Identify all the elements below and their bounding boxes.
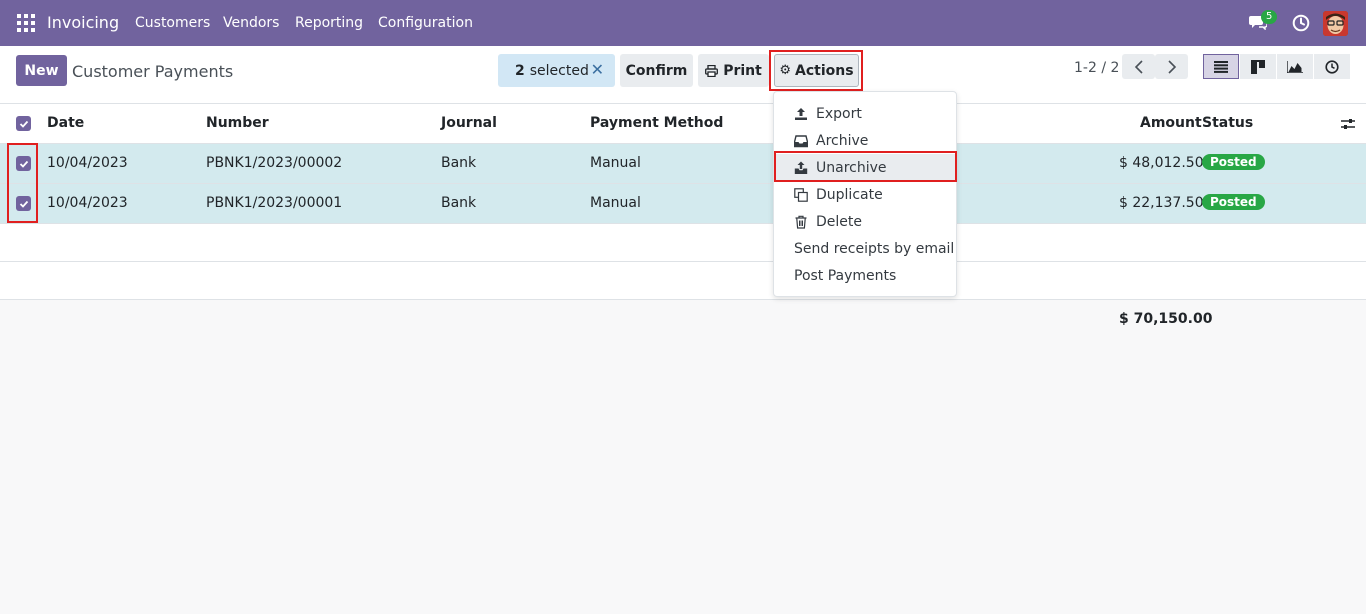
actions-label: Actions xyxy=(795,62,854,79)
pager-previous-button[interactable] xyxy=(1122,54,1155,79)
optional-columns-icon[interactable] xyxy=(1340,116,1356,132)
row-journal: Bank xyxy=(441,195,477,211)
row-number: PBNK1/2023/00001 xyxy=(206,195,343,211)
pager-value[interactable]: 1-2 / 2 xyxy=(1074,60,1119,76)
menu-item-label: Delete xyxy=(816,213,862,230)
table-row[interactable]: 10/04/2023 PBNK1/2023/00001 Bank Manual … xyxy=(0,184,1366,224)
menu-item-label: Export xyxy=(816,105,862,122)
header-date[interactable]: Date xyxy=(47,115,84,131)
row-amount: $ 22,137.50 xyxy=(1119,195,1204,211)
clear-selection-icon[interactable]: ✕ xyxy=(591,60,604,79)
nav-configuration[interactable]: Configuration xyxy=(378,15,473,31)
printer-icon xyxy=(705,64,719,77)
page-title: Customer Payments xyxy=(72,62,234,81)
nav-customers[interactable]: Customers xyxy=(135,15,210,31)
area-chart-icon xyxy=(1287,60,1303,73)
menu-item-duplicate[interactable]: Duplicate xyxy=(774,181,956,208)
header-number[interactable]: Number xyxy=(206,115,269,131)
row-checkbox[interactable] xyxy=(16,156,31,171)
selection-counter: 2 selected ✕ xyxy=(498,54,615,87)
table-header: Date Number Journal Payment Method Amoun… xyxy=(0,104,1366,144)
row-payment-method: Manual xyxy=(590,155,641,171)
header-status[interactable]: Status xyxy=(1202,115,1253,131)
kanban-view-button[interactable] xyxy=(1240,54,1276,79)
header-journal[interactable]: Journal xyxy=(441,115,497,131)
check-icon xyxy=(19,120,28,128)
trash-icon xyxy=(795,215,807,229)
confirm-button[interactable]: Confirm xyxy=(620,54,693,87)
chevron-right-icon xyxy=(1167,59,1176,74)
clock-icon xyxy=(1325,59,1339,74)
pager-next-button[interactable] xyxy=(1155,54,1188,79)
selected-count: 2 xyxy=(515,62,525,79)
select-all-checkbox[interactable] xyxy=(16,116,31,131)
unarchive-upload-icon xyxy=(794,161,808,174)
inbox-icon xyxy=(794,134,808,147)
control-panel: New Customer Payments 2 selected ✕ Confi… xyxy=(0,46,1366,104)
menu-item-label: Duplicate xyxy=(816,186,883,203)
gear-icon: ⚙ xyxy=(779,63,792,78)
top-navbar: Invoicing Customers Vendors Reporting Co… xyxy=(0,0,1366,46)
check-icon xyxy=(19,160,28,168)
actions-dropdown-menu: Export Archive Unarchive Duplicate Delet… xyxy=(773,91,957,297)
empty-row xyxy=(0,262,1366,300)
row-amount: $ 48,012.50 xyxy=(1119,155,1204,171)
list-view-button[interactable] xyxy=(1203,54,1239,79)
header-amount[interactable]: Amount xyxy=(1140,115,1202,131)
upload-icon xyxy=(795,107,807,120)
graph-view-button[interactable] xyxy=(1277,54,1313,79)
menu-item-post-payments[interactable]: Post Payments xyxy=(774,262,956,289)
nav-reporting[interactable]: Reporting xyxy=(295,15,363,31)
menu-item-delete[interactable]: Delete xyxy=(774,208,956,235)
row-date: 10/04/2023 xyxy=(47,155,128,171)
row-date: 10/04/2023 xyxy=(47,195,128,211)
print-button[interactable]: Print xyxy=(698,54,769,87)
menu-item-send-receipts[interactable]: Send receipts by email xyxy=(774,235,956,262)
row-number: PBNK1/2023/00002 xyxy=(206,155,343,171)
list-view-icon xyxy=(1214,60,1228,73)
menu-item-export[interactable]: Export xyxy=(774,100,956,127)
apps-grid-icon[interactable] xyxy=(17,14,35,32)
row-journal: Bank xyxy=(441,155,477,171)
app-brand[interactable]: Invoicing xyxy=(47,13,119,32)
row-payment-method: Manual xyxy=(590,195,641,211)
nav-vendors[interactable]: Vendors xyxy=(223,15,279,31)
header-payment-method[interactable]: Payment Method xyxy=(590,115,723,131)
user-avatar[interactable] xyxy=(1323,11,1348,36)
check-icon xyxy=(19,200,28,208)
kanban-view-icon xyxy=(1251,59,1265,74)
new-button[interactable]: New xyxy=(16,55,67,86)
chat-count-badge: 5 xyxy=(1261,10,1278,24)
actions-button[interactable]: ⚙ Actions xyxy=(774,54,859,87)
status-badge: Posted xyxy=(1202,194,1265,210)
amount-total: $ 70,150.00 xyxy=(1119,311,1213,327)
activity-view-button[interactable] xyxy=(1314,54,1350,79)
chevron-left-icon xyxy=(1134,59,1143,74)
empty-row xyxy=(0,224,1366,262)
menu-item-unarchive[interactable]: Unarchive xyxy=(774,154,956,181)
menu-item-label: Unarchive xyxy=(816,159,887,176)
selected-label: selected xyxy=(529,62,589,79)
status-badge: Posted xyxy=(1202,154,1265,170)
menu-item-label: Archive xyxy=(816,132,869,149)
table-row[interactable]: 10/04/2023 PBNK1/2023/00002 Bank Manual … xyxy=(0,144,1366,184)
print-label: Print xyxy=(723,62,762,79)
row-checkbox[interactable] xyxy=(16,196,31,211)
activity-clock-icon[interactable] xyxy=(1292,14,1310,32)
menu-item-archive[interactable]: Archive xyxy=(774,127,956,154)
copy-icon xyxy=(794,187,808,202)
